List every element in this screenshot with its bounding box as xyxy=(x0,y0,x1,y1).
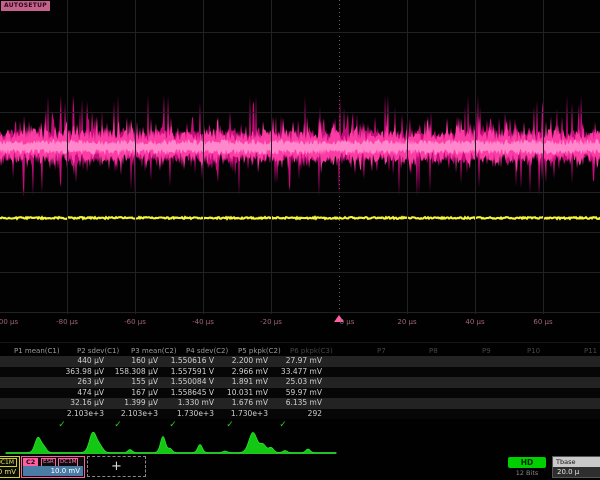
table-cell: 263 µV xyxy=(42,377,104,388)
grid-line xyxy=(67,0,68,314)
table-cell: 292 xyxy=(260,409,322,420)
c2-vdiv-value: 10.0 mV xyxy=(23,466,83,476)
table-cell: 440 µV xyxy=(42,356,104,367)
status-check-icon: ✓ xyxy=(114,420,122,430)
time-axis-label: 0 µs xyxy=(340,318,355,326)
parameter-header[interactable]: P2 sdev(C1) xyxy=(77,347,119,355)
measurement-table: P1 mean(C1) P2 sdev(C1) P3 mean(C2) P4 sdev… xyxy=(0,342,600,435)
grid-line xyxy=(203,0,204,314)
table-cell: 1.557591 V xyxy=(152,367,214,378)
table-cell: 167 µV xyxy=(96,388,158,399)
table-row: 440 µV160 µV1.550616 V2.200 mV27.97 mV xyxy=(0,356,600,367)
oscilloscope-screen: AUTOSETUP -100 µs -80 µs -60 µs -40 µs -20 µ… xyxy=(0,0,600,480)
timebase-title: Tbase xyxy=(553,457,600,467)
table-row: 32.16 µV1.399 µV1.330 mV1.676 mV6.135 mV xyxy=(0,398,600,409)
table-row: 263 µV155 µV1.550084 V1.891 mV25.03 mV xyxy=(0,377,600,388)
parameter-header-inactive[interactable]: P9 xyxy=(482,347,491,355)
parameter-header[interactable]: P3 mean(C2) xyxy=(131,347,177,355)
waveform-traces xyxy=(0,0,600,314)
time-axis-label: -60 µs xyxy=(124,318,146,326)
table-cell: 1.399 µV xyxy=(96,398,158,409)
c1-trace xyxy=(0,217,600,219)
table-cell: 1.676 mV xyxy=(206,398,268,409)
time-axis-label: -80 µs xyxy=(56,318,78,326)
table-cell: 1.891 mV xyxy=(206,377,268,388)
table-cell: 158.308 µV xyxy=(96,367,158,378)
table-cell: 1.330 mV xyxy=(152,398,214,409)
grid-line xyxy=(0,272,600,273)
grid-line xyxy=(0,72,600,73)
parameter-header-inactive[interactable]: P11 xyxy=(584,347,597,355)
table-cell: 33.477 mV xyxy=(260,367,322,378)
status-check-icon: ✓ xyxy=(279,420,287,430)
time-axis-label: 60 µs xyxy=(533,318,552,326)
grid-line xyxy=(135,0,136,314)
hd-mode-badge[interactable]: HD xyxy=(508,457,546,468)
table-cell: 1.730e+3 xyxy=(206,409,268,420)
table-cell: 1.730e+3 xyxy=(152,409,214,420)
plus-icon: + xyxy=(88,460,145,473)
parameter-header-inactive[interactable]: P10 xyxy=(527,347,540,355)
table-cell: 2.103e+3 xyxy=(96,409,158,420)
time-axis-label: -20 µs xyxy=(260,318,282,326)
table-cell: 25.03 mV xyxy=(260,377,322,388)
table-cell: 363.98 µV xyxy=(42,367,104,378)
table-row: 2.103e+32.103e+31.730e+31.730e+3292 xyxy=(0,409,600,420)
table-cell: 59.97 mV xyxy=(260,388,322,399)
waveform-grid: AUTOSETUP xyxy=(0,0,600,314)
status-check-icon: ✓ xyxy=(58,420,66,430)
channel-c2-descriptor[interactable]: C2 ESR DC1M 10.0 mV xyxy=(21,456,85,478)
descriptor-bar: DC1M 0 mV C2 ESR DC1M 10.0 mV + HD 12 Bi… xyxy=(0,456,600,480)
grid-line xyxy=(475,0,476,314)
time-axis: -100 µs -80 µs -60 µs -40 µs -20 µs 0 µs 20 µs… xyxy=(0,314,600,334)
grid-line xyxy=(271,0,272,314)
add-trace-button[interactable]: + xyxy=(87,456,146,477)
table-row: 474 µV167 µV1.558645 V10.031 mV59.97 mV xyxy=(0,388,600,399)
table-row: 363.98 µV158.308 µV1.557591 V2.966 mV33.… xyxy=(0,367,600,378)
table-cell: 2.103e+3 xyxy=(42,409,104,420)
grid-line xyxy=(0,32,600,33)
table-cell: 160 µV xyxy=(96,356,158,367)
table-cell: 10.031 mV xyxy=(206,388,268,399)
table-cell: 2.966 mV xyxy=(206,367,268,378)
c1-coupling-badge: DC1M xyxy=(0,458,17,467)
time-axis-label: 40 µs xyxy=(465,318,484,326)
table-cell: 1.550084 V xyxy=(152,377,214,388)
table-cell: 1.550616 V xyxy=(152,356,214,367)
time-axis-label: -100 µs xyxy=(0,318,18,326)
grid-line xyxy=(407,0,408,314)
grid-line xyxy=(0,232,600,233)
hd-bits-label: 12 Bits xyxy=(508,469,546,477)
table-cell: 2.200 mV xyxy=(206,356,268,367)
channel-c1-descriptor[interactable]: DC1M 0 mV xyxy=(0,456,20,478)
table-cell: 32.16 µV xyxy=(42,398,104,409)
grid-line xyxy=(0,312,600,313)
parameter-header[interactable]: P4 sdev(C2) xyxy=(186,347,228,355)
parameter-header[interactable]: P1 mean(C1) xyxy=(14,347,60,355)
time-axis-label: -40 µs xyxy=(192,318,214,326)
status-check-icon: ✓ xyxy=(169,420,177,430)
c1-vdiv-value: 0 mV xyxy=(0,468,16,476)
parameter-header-inactive[interactable]: P6 pkpk(C3) xyxy=(290,347,333,355)
grid-line xyxy=(0,192,600,193)
parameter-header-inactive[interactable]: P7 xyxy=(377,347,386,355)
grid-line xyxy=(0,112,600,113)
time-axis-label: 20 µs xyxy=(397,318,416,326)
timebase-value: 20.0 µ xyxy=(553,467,600,477)
table-cell: 474 µV xyxy=(42,388,104,399)
grid-line xyxy=(543,0,544,314)
parameter-header[interactable]: P5 pkpk(C2) xyxy=(238,347,281,355)
table-cell: 27.97 mV xyxy=(260,356,322,367)
c2-channel-badge: C2 xyxy=(23,458,38,466)
parameter-header-inactive[interactable]: P8 xyxy=(429,347,438,355)
measurement-histogram xyxy=(0,432,600,456)
status-check-icon: ✓ xyxy=(226,420,234,430)
trace-label-badge[interactable]: AUTOSETUP xyxy=(1,1,50,11)
table-cell: 1.558645 V xyxy=(152,388,214,399)
histogram-path xyxy=(6,432,336,453)
table-cell: 6.135 mV xyxy=(260,398,322,409)
timebase-descriptor[interactable]: Tbase 20.0 µ xyxy=(552,456,600,478)
table-cell: 155 µV xyxy=(96,377,158,388)
